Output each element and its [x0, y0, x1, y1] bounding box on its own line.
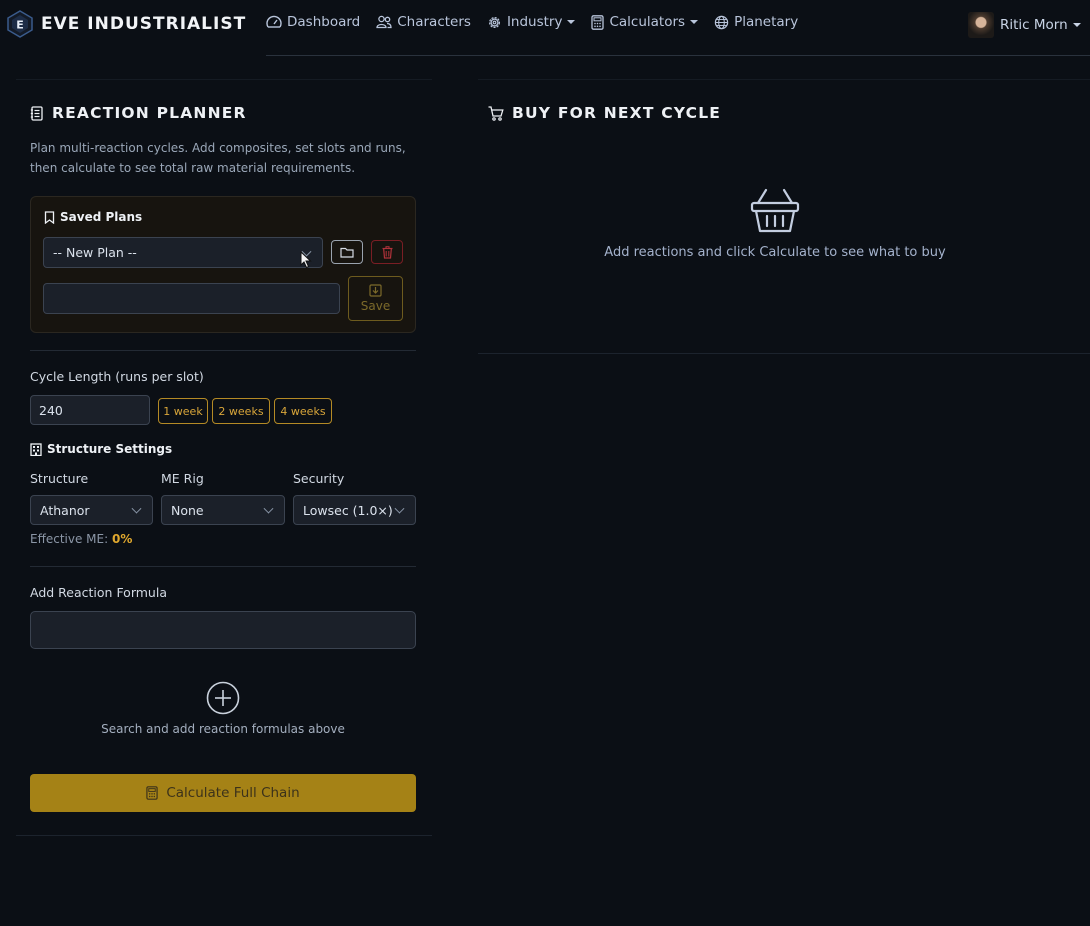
chevron-down-icon	[567, 20, 576, 24]
plus-circle-icon	[206, 681, 240, 715]
nav-industry-label: Industry	[506, 14, 563, 30]
preset-4-weeks-button[interactable]: 4 weeks	[274, 398, 332, 424]
nav-calculators-label: Calculators	[609, 14, 686, 30]
nav-links: Dashboard Characters Industry Calculator…	[266, 14, 814, 30]
save-icon	[369, 284, 382, 297]
save-button-label: Save	[360, 299, 391, 313]
saved-plans-title: Saved Plans	[44, 210, 142, 224]
nav-dashboard[interactable]: Dashboard	[266, 14, 360, 30]
mouse-cursor-icon	[300, 251, 312, 269]
user-name: Ritic Morn	[1000, 17, 1068, 33]
nav-planetary-label: Planetary	[734, 14, 799, 30]
delete-plan-button[interactable]	[371, 240, 403, 264]
security-select[interactable]: Lowsec (1.0×)	[293, 495, 416, 525]
formula-empty-hint: Search and add reaction formulas above	[101, 722, 345, 736]
chevron-down-icon	[690, 20, 699, 24]
chevron-down-icon	[1072, 23, 1081, 27]
calculate-full-chain-button[interactable]: Calculate Full Chain	[30, 774, 416, 812]
nav-divider	[266, 55, 1090, 56]
cart-icon	[488, 105, 504, 121]
building-icon	[30, 442, 42, 456]
me-rig-select[interactable]: None	[161, 495, 285, 525]
structure-select-value: Athanor	[40, 502, 90, 518]
add-formula-label: Add Reaction Formula	[30, 585, 167, 600]
calculator-icon	[591, 14, 605, 30]
effective-me: Effective ME: 0%	[30, 532, 132, 546]
gear-icon	[488, 16, 500, 28]
structure-select[interactable]: Athanor	[30, 495, 153, 525]
plan-select[interactable]: -- New Plan --	[43, 237, 323, 269]
folder-icon	[340, 247, 354, 258]
divider	[30, 566, 416, 567]
chevron-down-icon	[131, 503, 142, 514]
plan-name-input[interactable]	[43, 283, 340, 314]
preset-1-week-button[interactable]: 1 week	[158, 398, 208, 424]
nav-planetary[interactable]: Planetary	[714, 14, 798, 30]
me-rig-label: ME Rig	[161, 471, 204, 486]
brand[interactable]: E EVE INDUSTRIALIST	[6, 10, 246, 38]
structure-settings-title: Structure Settings	[30, 442, 172, 456]
cycle-length-input[interactable]: 240	[30, 395, 150, 425]
reaction-planner-title: REACTION PLANNER	[30, 104, 247, 122]
buy-next-cycle-card: BUY FOR NEXT CYCLE Add reactions and cli…	[478, 79, 1090, 354]
buy-next-cycle-title-text: BUY FOR NEXT CYCLE	[512, 104, 722, 122]
chevron-down-icon	[263, 503, 274, 514]
divider	[30, 350, 416, 351]
structure-settings-title-text: Structure Settings	[47, 442, 173, 456]
brand-logo: E	[6, 10, 34, 38]
navbar: E EVE INDUSTRIALIST Dashboard Characters…	[0, 0, 1090, 48]
me-rig-select-value: None	[171, 502, 204, 518]
trash-icon	[382, 245, 392, 259]
nav-industry[interactable]: Industry	[487, 14, 576, 30]
effective-me-label: Effective ME:	[30, 532, 109, 546]
nav-characters-label: Characters	[397, 14, 471, 30]
journal-icon	[30, 105, 43, 121]
reaction-planner-title-text: REACTION PLANNER	[52, 104, 247, 122]
effective-me-value: 0%	[111, 532, 133, 546]
reaction-planner-card: REACTION PLANNER Plan multi-reaction cyc…	[16, 79, 432, 836]
globe-icon	[714, 15, 729, 29]
security-select-value: Lowsec (1.0×)	[303, 502, 393, 518]
save-plan-button[interactable]: Save	[348, 276, 403, 321]
cycle-length-value: 240	[39, 402, 63, 418]
nav-characters[interactable]: Characters	[376, 14, 471, 30]
calculator-icon	[146, 786, 159, 800]
people-icon	[376, 15, 392, 29]
basket-icon	[750, 188, 800, 233]
load-plan-button[interactable]	[331, 240, 363, 264]
brand-name: EVE INDUSTRIALIST	[41, 14, 247, 34]
formula-search-input[interactable]	[30, 611, 416, 649]
svg-text:E: E	[16, 19, 24, 32]
structure-label: Structure	[30, 471, 89, 486]
reaction-planner-description: Plan multi-reaction cycles. Add composit…	[30, 141, 406, 175]
calculate-button-label: Calculate Full Chain	[166, 785, 300, 801]
avatar	[968, 12, 994, 38]
chevron-down-icon	[394, 503, 405, 514]
plan-select-value: -- New Plan --	[53, 245, 137, 260]
cycle-length-label: Cycle Length (runs per slot)	[30, 369, 204, 384]
saved-plans-title-text: Saved Plans	[60, 210, 143, 224]
speedometer-icon	[266, 15, 282, 28]
bookmark-icon	[44, 210, 55, 224]
preset-2-weeks-button[interactable]: 2 weeks	[212, 398, 270, 424]
nav-dashboard-label: Dashboard	[287, 14, 361, 30]
buy-next-cycle-title: BUY FOR NEXT CYCLE	[488, 104, 721, 122]
saved-plans-panel: Saved Plans -- New Plan -- Save	[30, 196, 416, 333]
buy-empty-hint: Add reactions and click Calculate to see…	[604, 245, 946, 260]
nav-calculators[interactable]: Calculators	[591, 14, 699, 30]
user-menu[interactable]: Ritic Morn	[968, 12, 1081, 38]
security-label: Security	[293, 471, 345, 486]
